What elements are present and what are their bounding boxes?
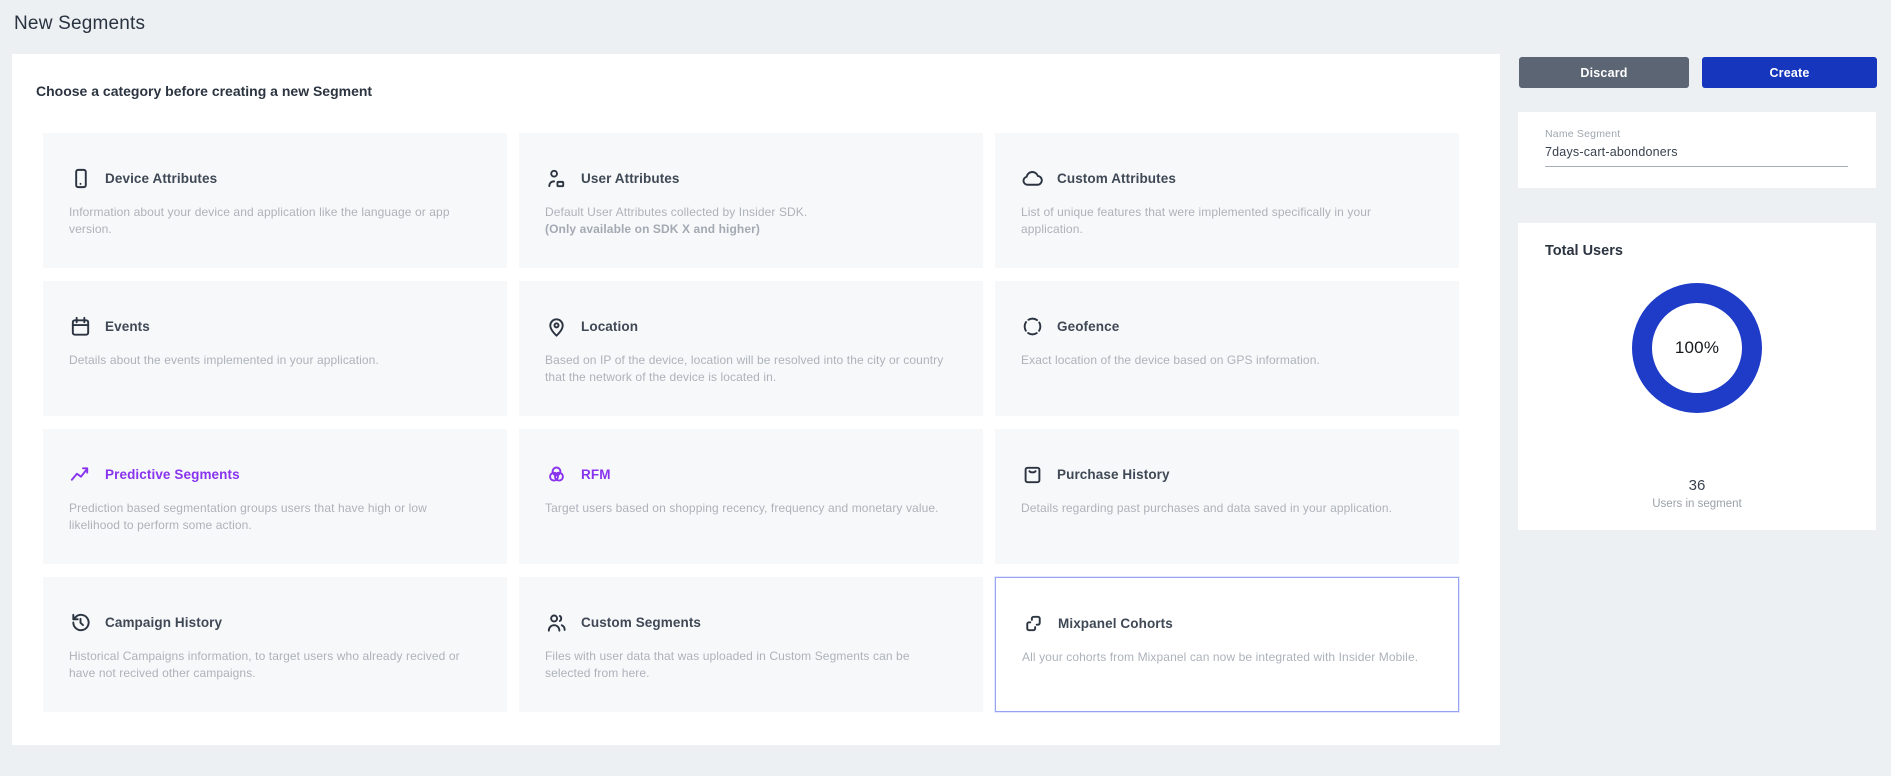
category-card[interactable]: Location Based on IP of the device, loca…	[519, 281, 983, 416]
trend-up-icon	[69, 463, 92, 486]
card-title: RFM	[581, 467, 611, 482]
page-title: New Segments	[14, 13, 145, 35]
card-description-text: Details about the events implemented in …	[69, 352, 473, 369]
card-description-text: Details regarding past purchases and dat…	[1021, 500, 1425, 517]
total-users-donut-chart: 100%	[1632, 283, 1762, 413]
card-description-text: Default User Attributes collected by Ins…	[545, 204, 949, 221]
map-pin-icon	[545, 315, 568, 338]
geofence-icon	[1021, 315, 1044, 338]
card-description: Details about the events implemented in …	[69, 352, 473, 369]
card-description: Historical Campaigns information, to tar…	[69, 648, 473, 682]
card-header: Events	[69, 314, 150, 339]
card-title: Campaign History	[105, 615, 222, 630]
card-description: Exact location of the device based on GP…	[1021, 352, 1425, 369]
users-icon	[545, 611, 568, 634]
card-header: Predictive Segments	[69, 462, 240, 487]
name-segment-input[interactable]	[1545, 145, 1848, 167]
card-description: Default User Attributes collected by Ins…	[545, 204, 949, 238]
card-description-text: Files with user data that was uploaded i…	[545, 648, 949, 682]
card-header: Custom Attributes	[1021, 166, 1176, 191]
card-description-text: List of unique features that were implem…	[1021, 204, 1425, 238]
card-title: Geofence	[1057, 319, 1119, 334]
card-description: Details regarding past purchases and dat…	[1021, 500, 1425, 517]
card-header: RFM	[545, 462, 611, 487]
card-description: Prediction based segmentation groups use…	[69, 500, 473, 534]
card-description-text: Information about your device and applic…	[69, 204, 473, 238]
shopping-bag-icon	[1021, 463, 1044, 486]
card-description: List of unique features that were implem…	[1021, 204, 1425, 238]
users-count: 36	[1518, 477, 1876, 494]
card-description-text: Historical Campaigns information, to tar…	[69, 648, 473, 682]
card-title: Location	[581, 319, 638, 334]
card-title: Custom Attributes	[1057, 171, 1176, 186]
card-description: Information about your device and applic…	[69, 204, 473, 238]
category-grid: Device Attributes Information about your…	[43, 133, 1459, 712]
card-title: User Attributes	[581, 171, 680, 186]
create-button[interactable]: Create	[1702, 57, 1877, 88]
card-header: Geofence	[1021, 314, 1119, 339]
card-description-text: Exact location of the device based on GP…	[1021, 352, 1425, 369]
total-users-title: Total Users	[1545, 243, 1623, 259]
category-card[interactable]: Events Details about the events implemen…	[43, 281, 507, 416]
user-attribute-icon	[545, 167, 568, 190]
card-description: Files with user data that was uploaded i…	[545, 648, 949, 682]
category-card[interactable]: Predictive Segments Prediction based seg…	[43, 429, 507, 564]
calendar-icon	[69, 315, 92, 338]
category-card[interactable]: Custom Attributes List of unique feature…	[995, 133, 1459, 268]
card-title: Device Attributes	[105, 171, 217, 186]
category-card[interactable]: User Attributes Default User Attributes …	[519, 133, 983, 268]
card-description: Based on IP of the device, location will…	[545, 352, 949, 386]
total-users-card: Total Users 100% 36 Users in segment	[1518, 223, 1876, 530]
card-header: Custom Segments	[545, 610, 701, 635]
category-card[interactable]: Geofence Exact location of the device ba…	[995, 281, 1459, 416]
card-description-text: All your cohorts from Mixpanel can now b…	[1022, 649, 1424, 666]
card-header: User Attributes	[545, 166, 680, 191]
category-card[interactable]: Device Attributes Information about your…	[43, 133, 507, 268]
card-description-text: Target users based on shopping recency, …	[545, 500, 949, 517]
card-header: Mixpanel Cohorts	[1022, 611, 1173, 636]
category-card[interactable]: Campaign History Historical Campaigns in…	[43, 577, 507, 712]
device-icon	[69, 167, 92, 190]
card-header: Campaign History	[69, 610, 222, 635]
category-card[interactable]: Mixpanel Cohorts All your cohorts from M…	[995, 577, 1459, 712]
category-card[interactable]: RFM Target users based on shopping recen…	[519, 429, 983, 564]
cohorts-link-icon	[1022, 612, 1045, 635]
card-header: Purchase History	[1021, 462, 1170, 487]
discard-button[interactable]: Discard	[1519, 57, 1689, 88]
category-card[interactable]: Custom Segments Files with user data tha…	[519, 577, 983, 712]
name-segment-card: Name Segment	[1518, 112, 1876, 188]
cloud-icon	[1021, 167, 1044, 190]
users-count-caption: Users in segment	[1518, 498, 1876, 510]
card-title: Purchase History	[1057, 467, 1170, 482]
card-description: All your cohorts from Mixpanel can now b…	[1022, 649, 1424, 666]
card-description-note: (Only available on SDK X and higher)	[545, 221, 949, 238]
card-header: Device Attributes	[69, 166, 217, 191]
name-segment-label: Name Segment	[1545, 128, 1620, 140]
card-title: Predictive Segments	[105, 467, 240, 482]
card-title: Mixpanel Cohorts	[1058, 616, 1173, 631]
panel-subtitle: Choose a category before creating a new …	[36, 83, 372, 99]
card-description-text: Based on IP of the device, location will…	[545, 352, 949, 386]
donut-percent-label: 100%	[1675, 338, 1719, 358]
category-panel: Choose a category before creating a new …	[12, 54, 1500, 745]
card-title: Custom Segments	[581, 615, 701, 630]
card-description: Target users based on shopping recency, …	[545, 500, 949, 517]
card-header: Location	[545, 314, 638, 339]
history-clock-icon	[69, 611, 92, 634]
venn-icon	[545, 463, 568, 486]
category-card[interactable]: Purchase History Details regarding past …	[995, 429, 1459, 564]
card-description-text: Prediction based segmentation groups use…	[69, 500, 473, 534]
card-title: Events	[105, 319, 150, 334]
